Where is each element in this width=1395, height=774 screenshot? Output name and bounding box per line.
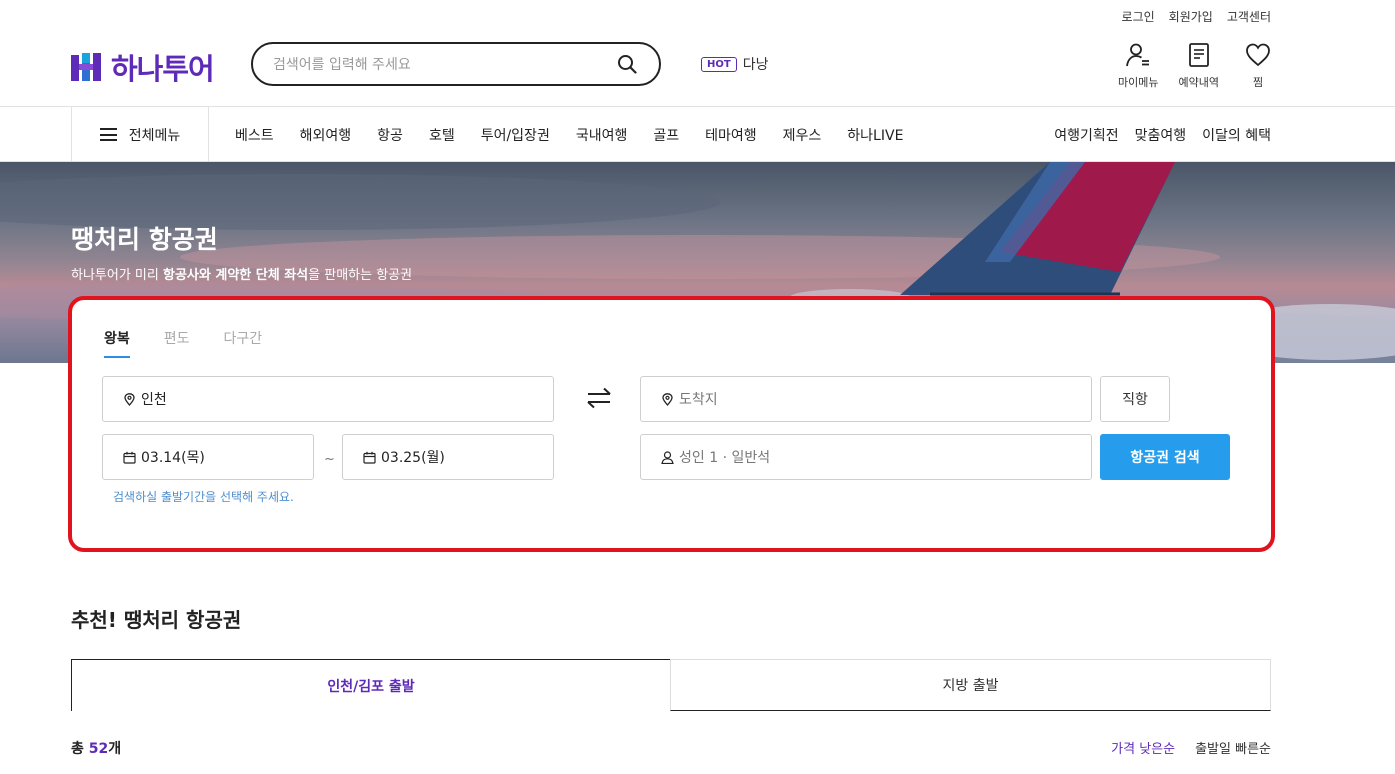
depart-date-value: 03.14(목)	[141, 450, 205, 466]
sort-departure-soon[interactable]: 출발일 빠른순	[1195, 738, 1271, 757]
passenger-field[interactable]: 성인 1 · 일반석	[640, 434, 1092, 480]
person-icon	[661, 450, 674, 464]
trip-type-tabs: 왕복 편도 다구간	[104, 328, 262, 358]
date-separator: ~	[324, 452, 335, 467]
hamburger-icon	[99, 128, 117, 141]
nav-item-golf[interactable]: 골프	[653, 125, 679, 145]
nav-item-hana-live[interactable]: 하나LIVE	[847, 125, 903, 145]
nav-item-overseas[interactable]: 해외여행	[300, 125, 352, 145]
search-input[interactable]	[273, 54, 593, 76]
hero-subtitle-bold: 항공사와 계약한 단체 좌석	[163, 268, 309, 283]
nav-item-domestic[interactable]: 국내여행	[576, 125, 628, 145]
nav-item-promotions[interactable]: 여행기획전	[1054, 125, 1118, 145]
nav-item-best[interactable]: 베스트	[235, 125, 274, 145]
site-search-box	[251, 42, 661, 86]
brand-logo[interactable]: 하나투어	[71, 46, 215, 88]
signup-link[interactable]: 회원가입	[1169, 8, 1213, 25]
hanatour-logo-icon	[71, 53, 101, 81]
calendar-icon	[123, 451, 136, 464]
direct-flight-toggle[interactable]: 직항	[1100, 376, 1170, 422]
main-nav: 전체메뉴 베스트 해외여행 항공 호텔 투어/입장권 국내여행 골프 테마여행 …	[0, 106, 1395, 162]
brand-name: 하나투어	[111, 52, 215, 86]
tab-one-way[interactable]: 편도	[164, 328, 190, 358]
wishlist-label: 찜	[1252, 76, 1264, 89]
hero-subtitle-suffix: 을 판매하는 항공권	[308, 268, 413, 283]
location-pin-icon	[124, 392, 135, 406]
customer-center-link[interactable]: 고객센터	[1227, 8, 1271, 25]
document-icon	[1188, 43, 1209, 67]
flight-search-button[interactable]: 항공권 검색	[1100, 434, 1230, 480]
result-count-number: 52	[88, 741, 109, 757]
recommend-title: 추천! 땡처리 항공권	[71, 608, 242, 632]
tab-incheon-gimpo[interactable]: 인천/김포 출발	[71, 659, 671, 711]
nav-right-links: 여행기획전 맞춤여행 이달의 혜택	[1054, 107, 1271, 162]
nav-item-monthly-benefits[interactable]: 이달의 혜택	[1202, 125, 1271, 145]
origin-value: 인천	[141, 392, 167, 408]
nav-item-flights[interactable]: 항공	[377, 125, 403, 145]
nav-item-hotels[interactable]: 호텔	[429, 125, 455, 145]
flight-search-panel: 왕복 편도 다구간 인천 도착지 직항 03.14(목) ~ 03.25(월) …	[68, 296, 1275, 552]
result-count-suffix: 개	[108, 741, 122, 757]
hero-title: 땡처리 항공권	[71, 225, 218, 254]
result-count-prefix: 총	[71, 741, 89, 757]
tab-regional[interactable]: 지방 출발	[670, 659, 1271, 711]
reservations-label: 예약내역	[1178, 76, 1219, 89]
tab-multi-city[interactable]: 다구간	[224, 328, 263, 358]
nav-item-custom-travel[interactable]: 맞춤여행	[1135, 125, 1187, 145]
location-pin-icon	[662, 392, 673, 406]
depart-date-field[interactable]: 03.14(목)	[102, 434, 314, 480]
calendar-icon	[363, 451, 376, 464]
login-link[interactable]: 로그인	[1122, 8, 1155, 25]
destination-field[interactable]: 도착지	[640, 376, 1092, 422]
hot-keyword-text: 다낭	[742, 57, 769, 73]
sort-options: 가격 낮은순 출발일 빠른순	[1111, 738, 1271, 757]
departure-tabs: 인천/김포 출발 지방 출발	[71, 659, 1271, 711]
nav-links: 베스트 해외여행 항공 호텔 투어/입장권 국내여행 골프 테마여행 제우스 하…	[235, 107, 903, 162]
date-hint: 검색하실 출발기간을 선택해 주세요.	[113, 490, 294, 504]
nav-item-tours[interactable]: 투어/입장권	[481, 125, 550, 145]
tab-round-trip[interactable]: 왕복	[104, 328, 130, 358]
my-menu-button[interactable]: 마이메뉴	[1118, 42, 1159, 90]
return-date-field[interactable]: 03.25(월)	[342, 434, 554, 480]
search-icon[interactable]	[617, 54, 637, 74]
wishlist-button[interactable]: 찜	[1239, 42, 1277, 90]
result-count: 총 52개	[71, 738, 121, 758]
origin-field[interactable]: 인천	[102, 376, 554, 422]
nav-item-theme[interactable]: 테마여행	[705, 125, 757, 145]
my-menu-label: 마이메뉴	[1118, 76, 1159, 89]
hero-subtitle-prefix: 하나투어가 미리	[71, 268, 163, 283]
nav-item-zeus[interactable]: 제우스	[783, 125, 822, 145]
utility-links: 로그인 회원가입 고객센터	[1122, 8, 1271, 25]
hero-subtitle: 하나투어가 미리 항공사와 계약한 단체 좌석을 판매하는 항공권	[71, 264, 412, 283]
swap-icon[interactable]	[584, 386, 614, 410]
passenger-value: 성인 1 · 일반석	[679, 450, 771, 466]
hot-badge: HOT	[701, 56, 737, 72]
hot-keyword[interactable]: HOT 다낭	[701, 54, 768, 74]
heart-icon	[1246, 43, 1270, 67]
all-menu-label: 전체메뉴	[128, 127, 181, 144]
all-menu-button[interactable]: 전체메뉴	[71, 107, 209, 162]
reservations-button[interactable]: 예약내역	[1179, 42, 1219, 90]
sort-price-low[interactable]: 가격 낮은순	[1111, 738, 1175, 757]
user-menu-icon	[1126, 43, 1150, 67]
header-icons: 마이메뉴 예약내역 찜	[1118, 42, 1277, 90]
return-date-value: 03.25(월)	[381, 450, 445, 466]
destination-placeholder: 도착지	[679, 392, 718, 408]
